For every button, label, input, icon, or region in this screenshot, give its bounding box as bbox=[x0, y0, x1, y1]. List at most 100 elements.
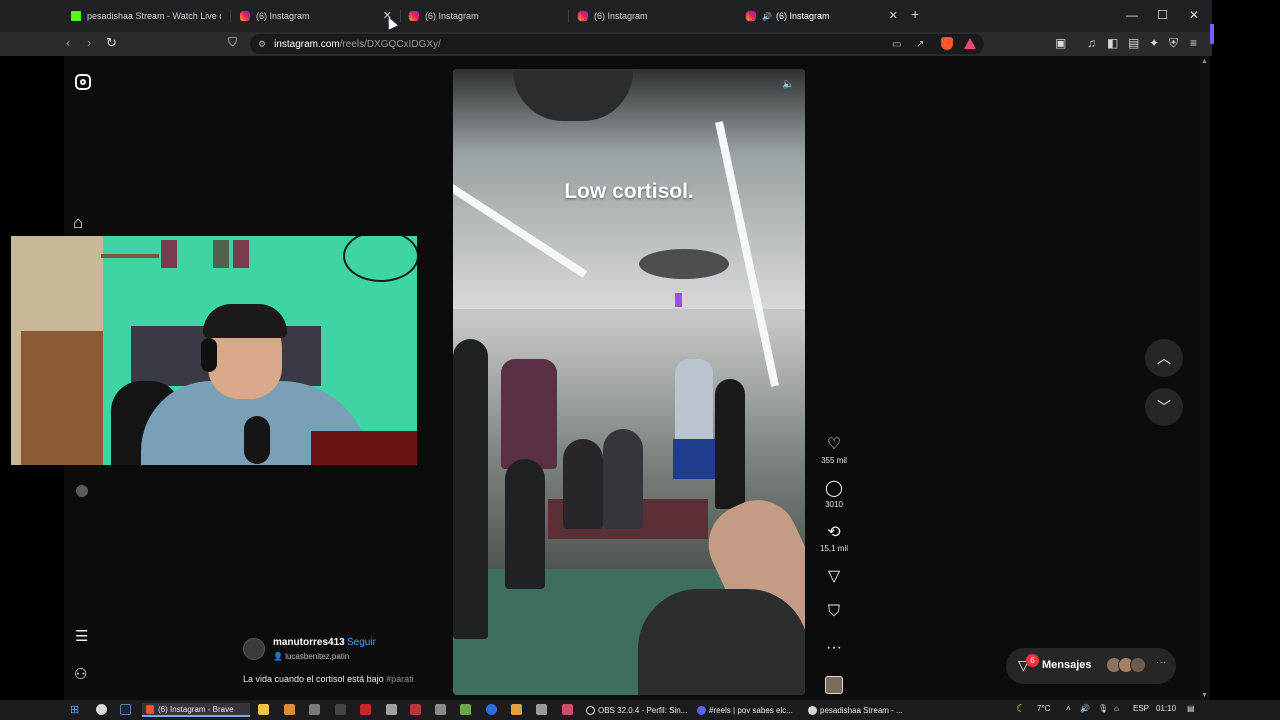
taskbar-label: #reels | pov sabes elc... bbox=[709, 705, 793, 715]
messages-button[interactable]: ▽ 6 Mensajes ··· bbox=[1006, 648, 1176, 684]
obs-icon bbox=[586, 705, 595, 715]
app-icon[interactable] bbox=[562, 704, 573, 715]
browser-tabstrip: pesadishaa Stream - Watch Live on K (6) … bbox=[0, 0, 1212, 32]
vpn-icon[interactable]: ⛨ bbox=[1169, 36, 1178, 51]
reload-button[interactable]: ↻ bbox=[106, 35, 117, 51]
reel-video[interactable] bbox=[453, 69, 805, 695]
more-contacts-icon: ··· bbox=[1156, 657, 1166, 668]
follow-button[interactable]: Seguir bbox=[347, 637, 376, 648]
instagram-logo-icon[interactable] bbox=[75, 74, 91, 90]
new-tab-button[interactable]: + bbox=[911, 6, 919, 22]
mic-icon[interactable]: 🎙 bbox=[1098, 704, 1108, 713]
repost-button[interactable]: ⟲ 15,1 mil bbox=[814, 524, 854, 553]
media-icon[interactable]: ♫ bbox=[1087, 36, 1096, 50]
taskbar-chrome-stream[interactable]: pesadishaa Stream - ... bbox=[808, 703, 912, 717]
post-caption: La vida cuando el cortisol está bajo #pa… bbox=[243, 674, 414, 684]
streamer-webcam bbox=[11, 236, 417, 465]
app-icon[interactable] bbox=[309, 704, 320, 715]
microphone bbox=[244, 416, 270, 464]
brave-shields-icon[interactable] bbox=[941, 37, 953, 50]
comment-button[interactable]: ◯ 3010 bbox=[814, 480, 854, 509]
tab-instagram-2[interactable]: (6) Instagram bbox=[409, 6, 559, 26]
scroll-down-icon[interactable]: ▼ bbox=[1201, 692, 1208, 699]
reader-icon[interactable]: ▣ bbox=[1055, 36, 1066, 50]
scroll-up-icon[interactable]: ▲ bbox=[1201, 58, 1208, 65]
discord-icon bbox=[697, 705, 706, 715]
bag-foreground bbox=[638, 589, 805, 695]
minimize-button[interactable]: — bbox=[1126, 8, 1138, 22]
more-menu-icon[interactable]: ☰ bbox=[75, 627, 88, 645]
close-window-button[interactable]: ✕ bbox=[1189, 8, 1199, 22]
maximize-button[interactable]: ☐ bbox=[1157, 8, 1168, 22]
folder-icon[interactable] bbox=[258, 704, 269, 715]
language-indicator[interactable]: ESP bbox=[1133, 704, 1149, 713]
tab-separator bbox=[400, 10, 401, 22]
app-icon[interactable] bbox=[511, 704, 522, 715]
share-icon[interactable]: ↗ bbox=[916, 39, 924, 50]
more-options-button[interactable]: ··· bbox=[814, 639, 854, 657]
menu-icon[interactable]: ≡ bbox=[1190, 36, 1197, 50]
tab-title: (6) Instagram bbox=[775, 11, 830, 21]
app-icon[interactable] bbox=[486, 704, 497, 715]
streamer-hair bbox=[203, 304, 287, 338]
audio-thumbnail[interactable] bbox=[825, 676, 843, 694]
windows-start-icon[interactable]: ⊞ bbox=[70, 703, 79, 716]
brave-rewards-icon[interactable] bbox=[964, 38, 976, 49]
volume-icon[interactable]: 🔊 bbox=[1080, 704, 1090, 713]
caption-text: La vida cuando el cortisol está bajo bbox=[243, 674, 384, 684]
site-info-icon[interactable]: ⚙ bbox=[258, 39, 266, 50]
mute-icon[interactable]: 🔈 bbox=[782, 79, 794, 90]
like-button[interactable]: ♡ 355 mil bbox=[814, 436, 854, 465]
profile-avatar[interactable] bbox=[76, 485, 88, 497]
app-icon[interactable] bbox=[536, 704, 547, 715]
chrome-icon[interactable] bbox=[96, 704, 107, 715]
app-icon[interactable] bbox=[284, 704, 295, 715]
app-icon[interactable] bbox=[335, 704, 346, 715]
address-bar[interactable]: ⚙ instagram.com /reels/DXGQCxIDGXy/ ▭ ↗ bbox=[250, 34, 984, 54]
network-icon[interactable]: ⌂ bbox=[1114, 704, 1119, 713]
taskbar-obs[interactable]: OBS 32.0.4 - Perfil: Sin... bbox=[586, 703, 690, 717]
notifications-icon[interactable]: ▤ bbox=[1187, 704, 1195, 713]
leo-ai-icon[interactable]: ✦ bbox=[1149, 36, 1159, 50]
app-icon[interactable] bbox=[460, 704, 471, 715]
app-icon[interactable] bbox=[410, 704, 421, 715]
forward-button[interactable]: › bbox=[87, 35, 91, 50]
cast-icon[interactable]: ▭ bbox=[892, 39, 901, 50]
page-scrollbar[interactable] bbox=[1200, 56, 1210, 700]
app-icon[interactable] bbox=[360, 704, 371, 715]
sidebar-icon[interactable]: ◧ bbox=[1107, 36, 1118, 50]
app-icon[interactable] bbox=[386, 704, 397, 715]
url-host: instagram.com bbox=[274, 38, 340, 50]
save-button[interactable]: ⛉ bbox=[814, 603, 854, 621]
recent-contacts bbox=[1106, 657, 1152, 675]
bookmark-icon[interactable]: ⛉ bbox=[228, 35, 237, 50]
comment-icon: ◯ bbox=[825, 480, 843, 497]
next-reel-button[interactable]: ﹀ bbox=[1145, 388, 1183, 426]
tray-chevron-icon[interactable]: ˄ bbox=[1066, 704, 1071, 713]
app-icon[interactable] bbox=[435, 704, 446, 715]
caption-hashtag[interactable]: #parati bbox=[386, 674, 414, 684]
tab-kick-stream[interactable]: pesadishaa Stream - Watch Live on K bbox=[71, 6, 221, 26]
share-button[interactable]: ▽ bbox=[814, 568, 854, 586]
tab-instagram-active[interactable]: 🔊 (6) Instagram ✕ bbox=[746, 6, 898, 26]
taskbar-discord[interactable]: #reels | pov sabes elc... bbox=[697, 703, 801, 717]
chevron-up-icon: ︿ bbox=[1157, 350, 1171, 366]
author-avatar[interactable] bbox=[243, 638, 265, 660]
clock[interactable]: 01:10 bbox=[1156, 704, 1176, 713]
previous-reel-button[interactable]: ︿ bbox=[1145, 339, 1183, 377]
taskbar-brave[interactable]: (6) Instagram - Brave bbox=[142, 703, 250, 717]
reel-overlay-caption: Low cortisol. bbox=[564, 180, 694, 203]
weather-temp[interactable]: 7°C bbox=[1037, 704, 1050, 713]
author-username[interactable]: manutorres413 bbox=[273, 637, 345, 648]
wallet-icon[interactable]: ▤ bbox=[1128, 36, 1139, 50]
back-button[interactable]: ‹ bbox=[66, 35, 70, 50]
steam-icon[interactable] bbox=[120, 704, 131, 715]
home-icon[interactable]: ⌂ bbox=[73, 213, 83, 233]
tab-instagram-3[interactable]: (6) Instagram bbox=[578, 6, 728, 26]
instagram-icon bbox=[240, 11, 250, 21]
follow-separator: • bbox=[341, 637, 345, 648]
apps-icon[interactable]: ⚇ bbox=[74, 665, 87, 683]
tab-close-icon[interactable]: ✕ bbox=[889, 9, 898, 22]
tab-instagram-1[interactable]: (6) Instagram ✕ bbox=[240, 6, 392, 26]
collaborator[interactable]: 👤 lucasbenitez.patin bbox=[273, 652, 349, 661]
